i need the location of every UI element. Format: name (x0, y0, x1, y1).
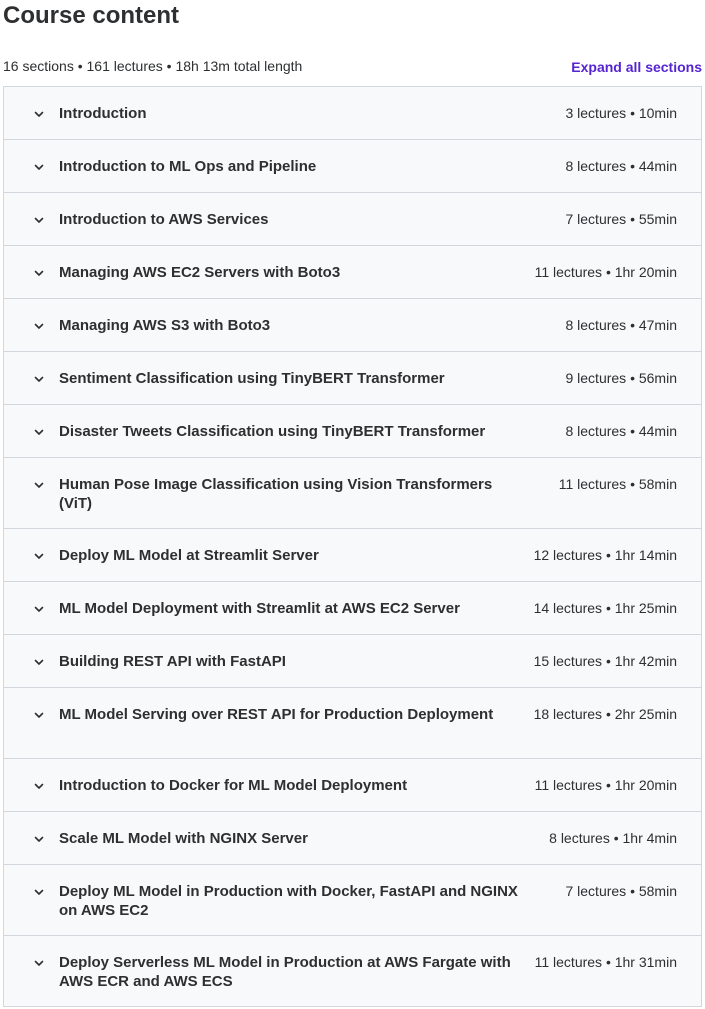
section-title: Introduction to Docker for ML Model Depl… (59, 777, 408, 794)
course-section[interactable]: Introduction 3 lectures • 10min (4, 87, 701, 140)
chevron-down-icon (32, 319, 46, 333)
course-section[interactable]: Deploy ML Model in Production with Docke… (4, 865, 701, 936)
course-section[interactable]: ML Model Deployment with Streamlit at AW… (4, 582, 701, 635)
course-section[interactable]: Human Pose Image Classification using Vi… (4, 458, 701, 529)
course-section[interactable]: Introduction to ML Ops and Pipeline 8 le… (4, 140, 701, 193)
chevron-down-icon (32, 213, 46, 227)
course-section[interactable]: Introduction to AWS Services 7 lectures … (4, 193, 701, 246)
section-meta: 15 lectures • 1hr 42min (533, 653, 677, 669)
section-meta: 7 lectures • 55min (565, 211, 677, 227)
section-title: Managing AWS EC2 Servers with Boto3 (59, 264, 341, 281)
course-summary-text: 16 sections • 161 lectures • 18h 13m tot… (3, 58, 303, 74)
section-meta: 8 lectures • 44min (565, 158, 677, 174)
section-meta: 8 lectures • 44min (565, 423, 677, 439)
section-meta: 18 lectures • 2hr 25min (533, 706, 677, 722)
section-title: Building REST API with FastAPI (59, 653, 286, 670)
section-meta: 8 lectures • 1hr 4min (549, 830, 677, 846)
course-section[interactable]: Managing AWS EC2 Servers with Boto3 11 l… (4, 246, 701, 299)
section-meta: 14 lectures • 1hr 25min (533, 600, 677, 616)
course-section[interactable]: Deploy ML Model at Streamlit Server 12 l… (4, 529, 701, 582)
course-section[interactable]: Sentiment Classification using TinyBERT … (4, 352, 701, 405)
section-title: Scale ML Model with NGINX Server (59, 830, 308, 847)
course-summary-row: 16 sections • 161 lectures • 18h 13m tot… (3, 57, 702, 75)
section-meta: 9 lectures • 56min (565, 370, 677, 386)
chevron-down-icon (32, 602, 46, 616)
section-title: Introduction to ML Ops and Pipeline (59, 158, 317, 175)
section-title: Introduction to AWS Services (59, 211, 269, 228)
chevron-down-icon (32, 372, 46, 386)
section-title: Sentiment Classification using TinyBERT … (59, 370, 445, 387)
section-meta: 11 lectures • 58min (558, 476, 677, 492)
chevron-down-icon (32, 779, 46, 793)
course-section[interactable]: Disaster Tweets Classification using Tin… (4, 405, 701, 458)
chevron-down-icon (32, 266, 46, 280)
section-meta: 11 lectures • 1hr 20min (534, 777, 677, 793)
section-meta: 11 lectures • 1hr 20min (534, 264, 677, 280)
section-meta: 3 lectures • 10min (565, 105, 677, 121)
section-title: ML Model Serving over REST API for Produ… (59, 706, 494, 723)
course-section[interactable]: Deploy Serverless ML Model in Production… (4, 936, 701, 1006)
page-title: Course content (3, 2, 180, 29)
section-title: ML Model Deployment with Streamlit at AW… (59, 600, 460, 617)
chevron-down-icon (32, 885, 46, 899)
course-sections-list: Introduction 3 lectures • 10min Introduc… (3, 86, 702, 1007)
chevron-down-icon (32, 478, 46, 492)
section-title: Human Pose Image Classification using Vi… (59, 476, 493, 512)
chevron-down-icon (32, 160, 46, 174)
section-meta: 11 lectures • 1hr 31min (534, 954, 677, 970)
section-meta: 12 lectures • 1hr 14min (533, 547, 677, 563)
chevron-down-icon (32, 956, 46, 970)
chevron-down-icon (32, 549, 46, 563)
section-title: Disaster Tweets Classification using Tin… (59, 423, 486, 440)
section-title: Deploy ML Model in Production with Docke… (59, 883, 518, 919)
chevron-down-icon (32, 425, 46, 439)
chevron-down-icon (32, 708, 46, 722)
chevron-down-icon (32, 655, 46, 669)
course-section[interactable]: Managing AWS S3 with Boto3 8 lectures • … (4, 299, 701, 352)
section-title: Deploy Serverless ML Model in Production… (59, 954, 511, 990)
course-section[interactable]: Introduction to Docker for ML Model Depl… (4, 759, 701, 812)
chevron-down-icon (32, 832, 46, 846)
section-title: Deploy ML Model at Streamlit Server (59, 547, 319, 564)
section-meta: 8 lectures • 47min (565, 317, 677, 333)
section-title: Managing AWS S3 with Boto3 (59, 317, 271, 334)
course-section[interactable]: Building REST API with FastAPI 15 lectur… (4, 635, 701, 688)
chevron-down-icon (32, 107, 46, 121)
course-section[interactable]: ML Model Serving over REST API for Produ… (4, 688, 701, 759)
expand-all-sections-button[interactable]: Expand all sections (571, 58, 702, 76)
course-section[interactable]: Scale ML Model with NGINX Server 8 lectu… (4, 812, 701, 865)
section-meta: 7 lectures • 58min (565, 883, 677, 899)
section-title: Introduction (59, 105, 147, 122)
